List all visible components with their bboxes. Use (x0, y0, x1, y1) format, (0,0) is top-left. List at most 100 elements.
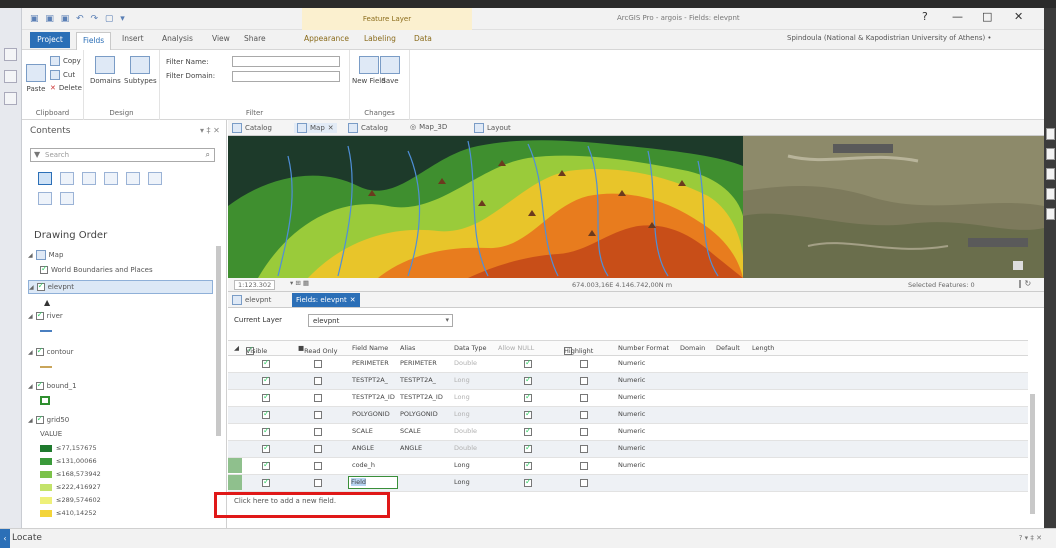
contents-search-input[interactable]: ▼ Search ⌕ (30, 148, 215, 162)
grid-scrollbar[interactable] (1030, 394, 1035, 514)
read-only-checkbox[interactable] (314, 445, 322, 453)
read-only-checkbox[interactable] (314, 479, 322, 487)
field-name-cell[interactable]: PERIMETER (352, 359, 389, 367)
tab-elevpnt-table[interactable]: elevpnt (232, 295, 271, 305)
drawing-order-icon[interactable] (38, 172, 52, 185)
snapping-icon[interactable] (126, 172, 140, 185)
row-selector[interactable] (228, 475, 242, 490)
current-layer-select[interactable]: elevpnt ▾ (308, 314, 453, 327)
alias-cell[interactable]: POLYGONID (400, 410, 438, 418)
data-type-cell[interactable]: Long (454, 478, 470, 486)
read-only-checkbox[interactable] (314, 411, 322, 419)
highlight-checkbox[interactable] (580, 394, 588, 402)
close-icon[interactable]: ✕ (328, 124, 334, 132)
frame-icon[interactable] (4, 92, 17, 105)
locate-pane-controls[interactable]: ? ▾ ‡ ✕ (1019, 534, 1042, 542)
data-type-cell[interactable]: Long (454, 410, 470, 418)
visibility-checkbox[interactable] (35, 346, 44, 356)
data-type-cell[interactable]: Long (454, 376, 470, 384)
map-tools-icon[interactable]: ▾ ⊞ ▦ (290, 279, 309, 287)
layer-world-boundaries[interactable]: World Boundaries and Places (40, 264, 153, 274)
allow-null-checkbox[interactable] (524, 375, 532, 385)
editing-icon[interactable] (104, 172, 118, 185)
field-name-cell[interactable]: ANGLE (352, 444, 374, 452)
data-type-cell[interactable]: Double (454, 359, 477, 367)
tab-share[interactable]: Share (244, 34, 266, 43)
pause-icon[interactable]: ‖ ↻ (1018, 279, 1031, 288)
contents-scrollbar[interactable] (216, 246, 221, 436)
tab-catalog-1[interactable]: Catalog (232, 123, 272, 133)
visible-checkbox[interactable] (262, 443, 270, 453)
header-domain[interactable]: Domain (680, 344, 705, 352)
alias-cell[interactable]: PERIMETER (400, 359, 437, 367)
allow-null-checkbox[interactable] (524, 460, 532, 470)
tab-view[interactable]: View (212, 34, 230, 43)
alias-cell[interactable]: SCALE (400, 427, 421, 435)
layer-river[interactable]: ◢river (28, 310, 63, 320)
table-row[interactable]: TESTPT2A_ TESTPT2A_ Long Numeric (228, 373, 1028, 390)
allow-null-checkbox[interactable] (524, 392, 532, 402)
tab-analysis[interactable]: Analysis (162, 34, 193, 43)
visible-checkbox[interactable] (262, 375, 270, 385)
filter-domain-input[interactable] (232, 71, 340, 82)
cut-button[interactable]: Cut (50, 70, 75, 80)
layer-bound[interactable]: ◢bound_1 (28, 380, 77, 390)
tab-data[interactable]: Data (414, 34, 432, 43)
number-format-cell[interactable]: Numeric (618, 359, 645, 367)
data-type-cell[interactable]: Double (454, 444, 477, 452)
search-icon[interactable]: ⌕ (206, 150, 210, 160)
layer-grid50[interactable]: ◢grid50 (28, 414, 69, 424)
frame-icon[interactable] (4, 70, 17, 83)
highlight-checkbox[interactable] (580, 445, 588, 453)
layer-elevpnt[interactable]: ◢elevpnt (28, 280, 213, 294)
sort-icon[interactable]: ◢ (234, 344, 239, 352)
tab-catalog-2[interactable]: Catalog (348, 123, 388, 133)
header-field-name[interactable]: Field Name (352, 344, 388, 352)
row-selector[interactable] (228, 458, 242, 473)
highlight-checkbox[interactable] (580, 377, 588, 385)
pane-handle[interactable]: ‹ (0, 529, 10, 548)
table-row[interactable]: code_h Long Numeric (228, 458, 1028, 475)
highlight-checkbox[interactable] (580, 411, 588, 419)
tab-map-3d[interactable]: ◎ Map_3D (410, 123, 447, 131)
tab-insert[interactable]: Insert (122, 34, 144, 43)
allow-null-checkbox[interactable] (524, 426, 532, 436)
read-only-checkbox[interactable] (314, 394, 322, 402)
read-only-checkbox[interactable] (314, 377, 322, 385)
minimize-button[interactable]: — (952, 10, 963, 23)
maximize-button[interactable]: □ (982, 10, 992, 23)
data-type-cell[interactable]: Double (454, 427, 477, 435)
allow-null-checkbox[interactable] (524, 409, 532, 419)
number-format-cell[interactable]: Numeric (618, 427, 645, 435)
header-data-type[interactable]: Data Type (454, 344, 487, 352)
allow-null-checkbox[interactable] (524, 443, 532, 453)
number-format-cell[interactable]: Numeric (618, 410, 645, 418)
header-alias[interactable]: Alias (400, 344, 415, 352)
alias-cell[interactable]: TESTPT2A_ID (400, 393, 443, 401)
alias-cell[interactable]: TESTPT2A_ (400, 376, 436, 384)
tab-fields[interactable]: Fields (76, 32, 112, 50)
frame-icon[interactable] (4, 48, 17, 61)
field-name-cell[interactable]: SCALE (352, 427, 373, 435)
tab-layout[interactable]: Layout (474, 123, 511, 133)
tab-labeling[interactable]: Labeling (364, 34, 396, 43)
highlight-checkbox[interactable] (580, 479, 588, 487)
visibility-checkbox[interactable] (36, 281, 45, 291)
number-format-cell[interactable]: Numeric (618, 393, 645, 401)
locate-title[interactable]: Locate (12, 533, 42, 543)
visible-checkbox[interactable] (262, 409, 270, 419)
paste-button[interactable]: Paste (26, 64, 46, 93)
data-source-icon[interactable] (60, 172, 74, 185)
read-only-checkbox[interactable] (314, 462, 322, 470)
layer-contour[interactable]: ◢contour (28, 346, 74, 356)
allow-null-checkbox[interactable] (524, 358, 532, 368)
subtypes-button[interactable]: Subtypes (124, 56, 157, 85)
close-icon[interactable]: ✕ (350, 296, 356, 304)
read-only-checkbox[interactable] (314, 428, 322, 436)
visible-checkbox[interactable] (262, 392, 270, 402)
header-length[interactable]: Length (752, 344, 774, 352)
visibility-checkbox[interactable] (40, 264, 48, 274)
labeling-icon[interactable] (148, 172, 162, 185)
table-row[interactable]: PERIMETER PERIMETER Double Numeric (228, 356, 1028, 373)
pane-controls[interactable]: ▾ ‡ ✕ (200, 126, 220, 135)
